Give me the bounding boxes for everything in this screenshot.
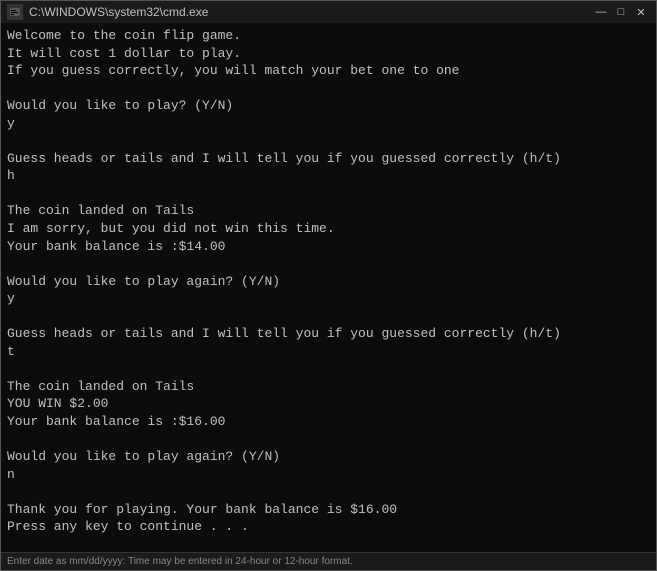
cmd-icon [7,4,23,20]
window-title: C:\WINDOWS\system32\cmd.exe [29,5,208,19]
cmd-window: C:\WINDOWS\system32\cmd.exe — □ ✕ Welcom… [0,0,657,571]
title-bar: C:\WINDOWS\system32\cmd.exe — □ ✕ [1,1,656,23]
title-bar-controls: — □ ✕ [592,4,650,20]
title-bar-left: C:\WINDOWS\system32\cmd.exe [7,4,208,20]
minimize-button[interactable]: — [592,4,610,20]
terminal-output: Welcome to the coin flip game. It will c… [7,27,650,536]
status-bar: Enter date as mm/dd/yyyy: Time may be en… [1,552,656,570]
close-button[interactable]: ✕ [632,4,650,20]
maximize-button[interactable]: □ [612,4,630,20]
status-text: Enter date as mm/dd/yyyy: Time may be en… [7,556,353,567]
terminal-area[interactable]: Welcome to the coin flip game. It will c… [1,23,656,552]
